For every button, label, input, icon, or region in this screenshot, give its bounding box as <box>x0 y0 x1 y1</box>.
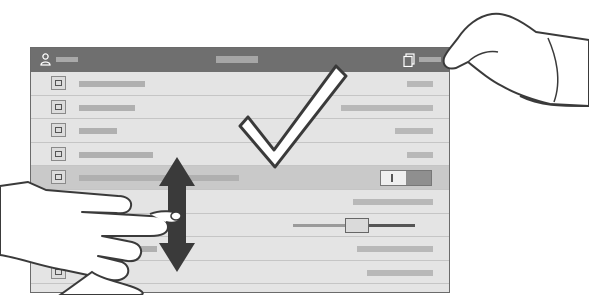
row-value <box>353 198 433 205</box>
copy-icon[interactable] <box>403 53 415 67</box>
user-label[interactable] <box>56 57 78 62</box>
device-screen <box>30 47 450 293</box>
screen-title <box>216 56 258 63</box>
toggle-switch[interactable] <box>380 170 432 187</box>
list-item[interactable] <box>31 190 449 214</box>
row-value <box>395 128 433 135</box>
row-label <box>79 175 239 182</box>
list-item[interactable] <box>31 72 449 96</box>
toggle-knob <box>406 171 431 186</box>
row-value <box>407 151 433 158</box>
settings-list <box>31 72 449 285</box>
header-bar <box>31 48 449 72</box>
list-item[interactable] <box>31 96 449 120</box>
list-item[interactable] <box>31 143 449 167</box>
slider-track-right <box>369 223 415 227</box>
user-icon[interactable] <box>40 53 51 66</box>
list-item[interactable] <box>31 237 449 261</box>
row-label <box>61 246 157 253</box>
row-label <box>79 81 145 87</box>
row-label <box>79 104 135 111</box>
toggle-mark <box>391 174 393 183</box>
list-icon <box>51 99 66 114</box>
list-item[interactable] <box>31 166 449 190</box>
grid-icon <box>51 264 66 279</box>
color-icon <box>51 146 66 161</box>
list-item[interactable] <box>31 119 449 143</box>
slider-thumb[interactable] <box>345 217 369 233</box>
slider[interactable] <box>293 217 415 233</box>
row-label <box>79 128 117 135</box>
diamond-icon <box>51 170 66 185</box>
row-value <box>357 246 433 253</box>
row-value <box>341 104 433 111</box>
slider-track-left <box>293 223 347 227</box>
copy-label[interactable] <box>419 57 441 62</box>
list-item[interactable] <box>31 214 449 238</box>
illustration <box>0 0 589 295</box>
row-value <box>407 81 433 87</box>
row-label <box>79 151 153 158</box>
document-icon <box>51 76 66 90</box>
row-value <box>367 269 433 276</box>
copies-icon <box>51 123 66 138</box>
list-item[interactable] <box>31 261 449 285</box>
